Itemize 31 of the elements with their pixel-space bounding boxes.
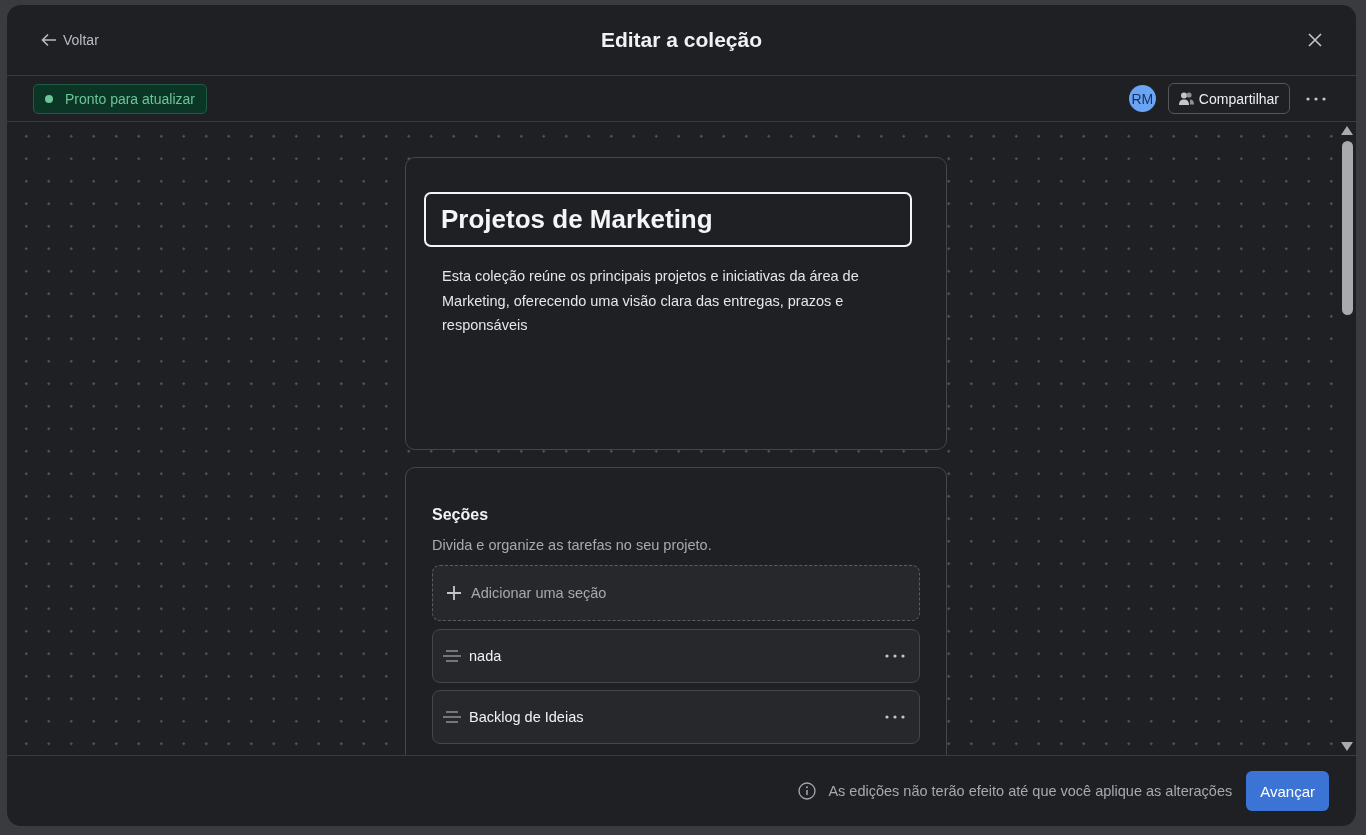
close-button[interactable]: [1308, 33, 1322, 47]
share-button[interactable]: Compartilhar: [1167, 83, 1290, 114]
close-icon: [1308, 33, 1322, 47]
collection-description: Esta coleção reúne os principais projetos e iniciativas da área de Marketing, oferecendo uma visão clara das entregas, prazos e responsáveis: [442, 267, 860, 335]
section-name: Backlog de Ideias: [469, 709, 585, 725]
scroll-down-icon[interactable]: [1341, 742, 1353, 751]
next-button[interactable]: Avançar: [1246, 771, 1329, 811]
plus-icon: [447, 586, 461, 600]
scroll-up-icon[interactable]: [1341, 126, 1353, 135]
info-icon: [798, 782, 817, 800]
dialog-title: Editar a coleção: [600, 28, 763, 52]
more-icon: [885, 654, 905, 658]
scrollbar-thumb[interactable]: [1341, 141, 1353, 315]
more-icon: [1306, 96, 1326, 101]
people-icon: [1178, 92, 1194, 105]
section-row[interactable]: nada: [432, 629, 920, 683]
more-icon: [885, 715, 905, 719]
collection-name-field[interactable]: Projetos de Marketing: [424, 192, 912, 247]
drag-handle-icon: [443, 711, 461, 723]
avatar[interactable]: RM: [1128, 85, 1156, 112]
section-name: nada: [469, 648, 503, 664]
status-label: Pronto para atualizar: [65, 90, 195, 107]
footer-note: As edições não terão efeito até que você aplique as alterações: [828, 783, 1233, 799]
section-row[interactable]: Backlog de Ideias: [432, 690, 920, 744]
back-link[interactable]: Voltar: [41, 32, 99, 48]
sections-title: Seções: [432, 506, 490, 524]
arrow-left-icon: [41, 33, 57, 47]
status-dot: [45, 94, 53, 103]
add-section-button[interactable]: Adicionar uma seção: [432, 565, 920, 621]
sections-subtitle: Divida e organize as tarefas no seu projeto.: [432, 537, 713, 553]
drag-handle-icon: [443, 650, 461, 662]
